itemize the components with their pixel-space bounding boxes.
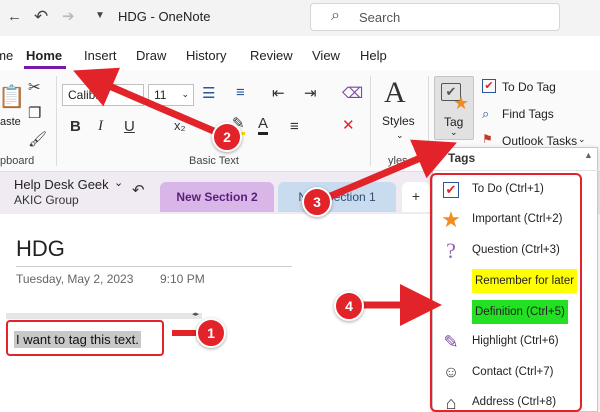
styles-icon[interactable]: A bbox=[384, 76, 406, 110]
tab-partial[interactable]: ome bbox=[0, 48, 13, 63]
quick-access-dropdown-icon[interactable]: ▼ bbox=[95, 10, 105, 21]
back-icon[interactable]: ← bbox=[7, 8, 22, 25]
annotation-badge-1: 1 bbox=[196, 318, 226, 348]
divider bbox=[56, 76, 57, 166]
document-title: HDG - OneNote bbox=[118, 9, 211, 24]
todo-tag-button[interactable]: To Do Tag bbox=[502, 80, 556, 94]
chevron-down-icon: ⌄ bbox=[131, 89, 139, 99]
section-tab-new-section-2[interactable]: New Section 2 bbox=[160, 182, 274, 212]
outlook-tasks-button[interactable]: Outlook Tasks bbox=[502, 134, 577, 148]
tab-review[interactable]: Review bbox=[250, 48, 293, 63]
page-title[interactable]: HDG bbox=[16, 236, 65, 262]
format-painter-icon[interactable]: 🖌 bbox=[28, 130, 47, 148]
tab-history[interactable]: History bbox=[186, 48, 226, 63]
tag-button[interactable]: ✔ ★ Tag ⌄ bbox=[434, 76, 474, 140]
add-section-button[interactable]: + bbox=[402, 182, 430, 212]
search-placeholder: Search bbox=[359, 10, 401, 25]
title-bar: ← ↶ ➔ ▼ HDG - OneNote ⌕ Search bbox=[0, 0, 600, 36]
font-color-icon[interactable]: A bbox=[258, 116, 269, 135]
styles-button-label[interactable]: Styles bbox=[382, 114, 415, 128]
tab-home[interactable]: Home bbox=[26, 48, 62, 63]
note-text[interactable]: I want to tag this text. bbox=[14, 331, 141, 348]
tab-help[interactable]: Help bbox=[360, 48, 387, 63]
italic-icon[interactable]: I bbox=[98, 118, 103, 135]
tab-view[interactable]: View bbox=[312, 48, 340, 63]
delete-icon[interactable]: ✕ bbox=[342, 116, 355, 134]
font-name-dropdown[interactable]: Calibri ⌄ bbox=[62, 84, 144, 106]
subscript-icon[interactable]: x₂ bbox=[174, 118, 186, 133]
font-size-value: 11 bbox=[154, 88, 167, 102]
copy-icon[interactable]: ❐ bbox=[28, 104, 41, 122]
undo-icon[interactable]: ↶ bbox=[34, 7, 48, 27]
tab-draw[interactable]: Draw bbox=[136, 48, 166, 63]
font-name-value: Calibri bbox=[68, 88, 103, 102]
chevron-down-icon[interactable]: ⌄ bbox=[114, 176, 123, 189]
clipboard-group-label: pboard bbox=[0, 155, 35, 167]
search-box[interactable]: ⌕ Search bbox=[310, 3, 560, 31]
basic-text-group-label: Basic Text bbox=[189, 155, 239, 167]
underline-icon[interactable]: U bbox=[124, 118, 135, 135]
cut-icon[interactable]: ✂ bbox=[28, 78, 41, 96]
page-date: Tuesday, May 2, 2023 bbox=[16, 272, 134, 286]
search-icon: ⌕ bbox=[331, 7, 340, 24]
numbering-icon[interactable]: ≡ bbox=[236, 84, 245, 101]
increase-indent-icon[interactable]: ⇥ bbox=[304, 84, 317, 102]
bold-icon[interactable]: B bbox=[70, 118, 81, 135]
find-tags-button[interactable]: Find Tags bbox=[502, 107, 554, 121]
page-time: 9:10 PM bbox=[160, 272, 205, 286]
paste-label[interactable]: aste bbox=[0, 116, 21, 128]
notebook-group: AKIC Group bbox=[14, 193, 79, 207]
annotation-highlight-box bbox=[430, 173, 582, 412]
find-tags-icon[interactable]: ⌕ bbox=[482, 106, 489, 122]
clear-formatting-icon[interactable]: ⌫ bbox=[342, 84, 363, 102]
tags-header: Tags bbox=[448, 151, 476, 165]
chevron-down-icon: ⌄ bbox=[181, 89, 189, 99]
font-size-dropdown[interactable]: 11 ⌄ bbox=[148, 84, 194, 106]
divider bbox=[428, 76, 429, 142]
align-icon[interactable]: ≡ bbox=[290, 118, 299, 135]
todo-tag-icon[interactable]: ✔ bbox=[482, 79, 496, 93]
active-tab-indicator bbox=[24, 66, 66, 69]
annotation-badge-2: 2 bbox=[212, 122, 242, 152]
chevron-down-icon[interactable]: ⌄ bbox=[396, 130, 404, 141]
decrease-indent-icon[interactable]: ⇤ bbox=[272, 84, 285, 102]
back-navigate-icon[interactable]: ↶ bbox=[132, 181, 145, 199]
ribbon-tabs: ome Home Insert Draw History Review View… bbox=[0, 44, 600, 68]
redo-icon[interactable]: ➔ bbox=[62, 7, 75, 25]
outlook-flag-icon[interactable]: ⚑ bbox=[482, 132, 493, 146]
star-icon: ★ bbox=[453, 93, 470, 113]
annotation-badge-4: 4 bbox=[334, 291, 364, 321]
tab-insert[interactable]: Insert bbox=[84, 48, 117, 63]
scroll-up-icon[interactable]: ▲ bbox=[584, 150, 593, 160]
note-container-handle[interactable]: ◂▸ bbox=[6, 310, 202, 319]
title-divider bbox=[16, 266, 292, 267]
chevron-down-icon[interactable]: ⌄ bbox=[578, 134, 586, 145]
divider bbox=[432, 170, 598, 171]
section-tab-new-section-1[interactable]: New Section 1 bbox=[278, 182, 396, 212]
notebook-name[interactable]: Help Desk Geek bbox=[14, 177, 109, 192]
bullets-icon[interactable]: ☰ bbox=[202, 84, 215, 102]
styles-group-label: yles bbox=[388, 155, 408, 167]
paste-icon[interactable]: 📋 bbox=[0, 84, 25, 110]
chevron-down-icon: ⌄ bbox=[450, 127, 458, 137]
resize-handle-icon[interactable]: ◂▸ bbox=[192, 310, 199, 318]
annotation-badge-3: 3 bbox=[302, 187, 332, 217]
divider bbox=[370, 76, 371, 166]
